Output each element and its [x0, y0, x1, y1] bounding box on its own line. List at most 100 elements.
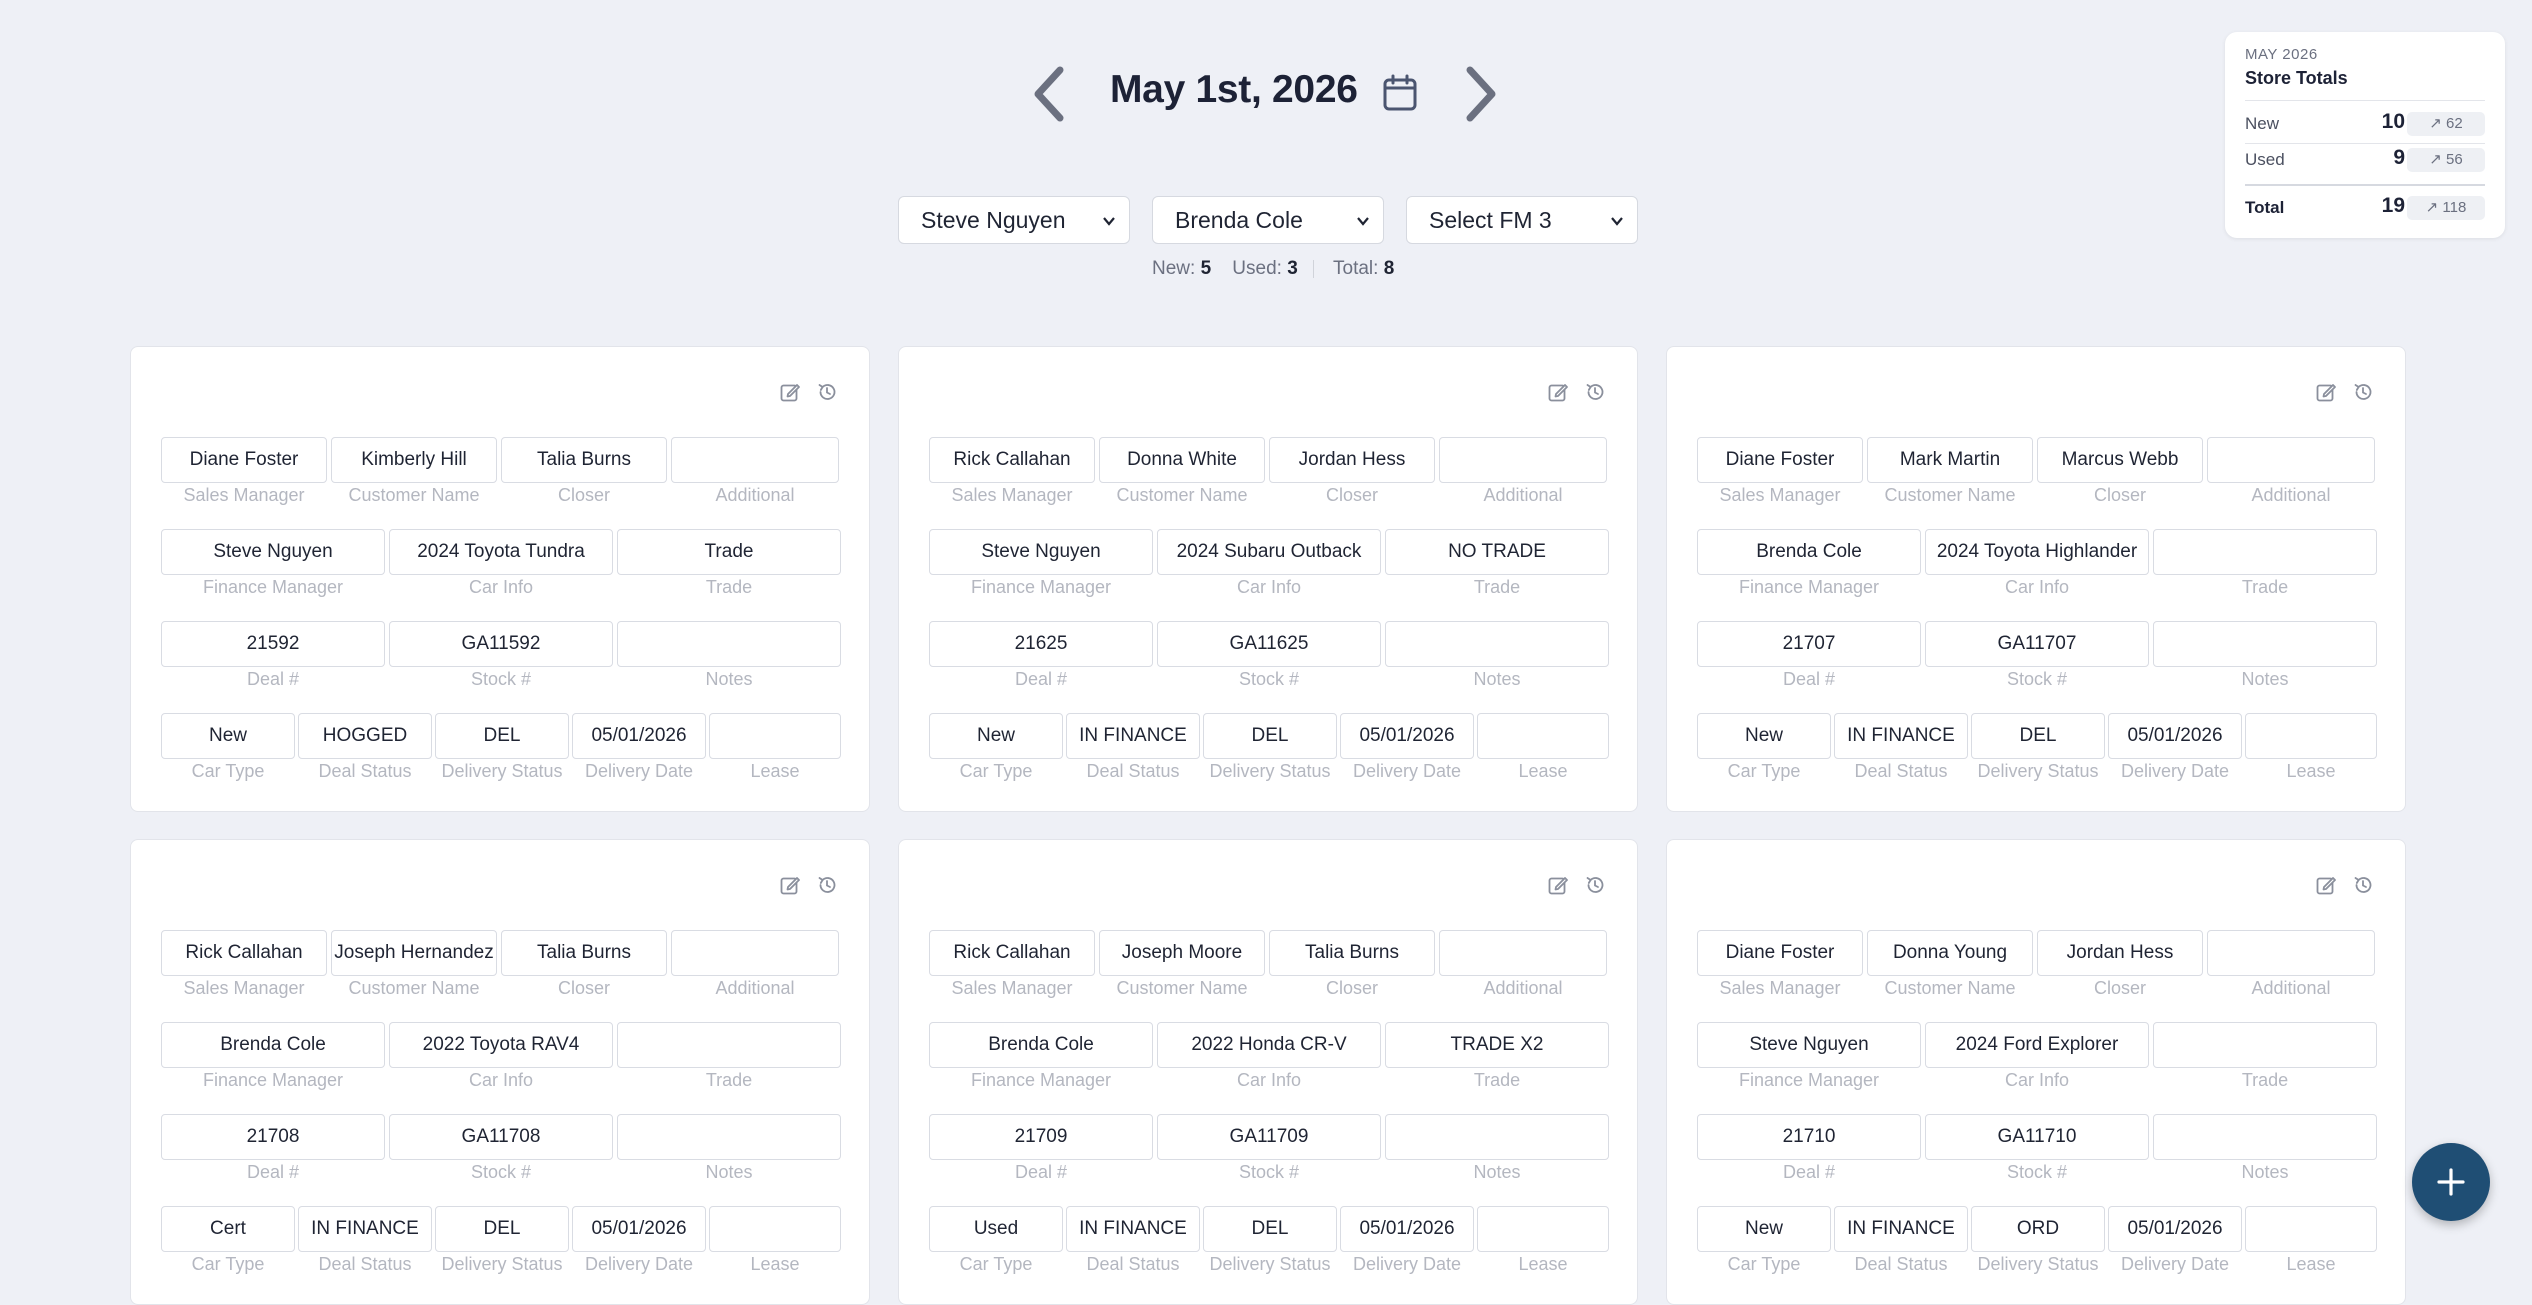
history-icon[interactable] [816, 381, 838, 403]
notes-field[interactable] [617, 621, 841, 667]
deal-no-field[interactable]: 21592 [161, 621, 385, 667]
stock-no-field[interactable]: GA11625 [1157, 621, 1381, 667]
closer-field[interactable]: Talia Burns [501, 437, 667, 483]
notes-field[interactable] [2153, 621, 2377, 667]
car-info-field[interactable]: 2024 Subaru Outback [1157, 529, 1381, 575]
customer-name-field[interactable]: Mark Martin [1867, 437, 2033, 483]
deal-no-field[interactable]: 21708 [161, 1114, 385, 1160]
closer-field[interactable]: Marcus Webb [2037, 437, 2203, 483]
delivery-status-field[interactable]: DEL [1971, 713, 2105, 759]
history-icon[interactable] [2352, 874, 2374, 896]
deal-status-field[interactable]: IN FINANCE [1834, 1206, 1968, 1252]
prev-day-button[interactable] [1030, 64, 1070, 124]
closer-field[interactable]: Jordan Hess [1269, 437, 1435, 483]
stock-no-field[interactable]: GA11708 [389, 1114, 613, 1160]
stock-no-field[interactable]: GA11592 [389, 621, 613, 667]
car-type-field[interactable]: New [1697, 1206, 1831, 1252]
deal-status-field[interactable]: IN FINANCE [298, 1206, 432, 1252]
delivery-date-field[interactable]: 05/01/2026 [1340, 1206, 1474, 1252]
notes-field[interactable] [1385, 1114, 1609, 1160]
delivery-date-field[interactable]: 05/01/2026 [572, 1206, 706, 1252]
trade-field[interactable] [2153, 1022, 2377, 1068]
car-info-field[interactable]: 2024 Ford Explorer [1925, 1022, 2149, 1068]
stock-no-field[interactable]: GA11710 [1925, 1114, 2149, 1160]
delivery-date-field[interactable]: 05/01/2026 [1340, 713, 1474, 759]
trade-field[interactable] [617, 1022, 841, 1068]
stock-no-field[interactable]: GA11709 [1157, 1114, 1381, 1160]
edit-icon[interactable] [2315, 874, 2337, 896]
deal-status-field[interactable]: IN FINANCE [1066, 1206, 1200, 1252]
closer-field[interactable]: Jordan Hess [2037, 930, 2203, 976]
lease-field[interactable] [709, 713, 841, 759]
deal-no-field[interactable]: 21707 [1697, 621, 1921, 667]
car-type-field[interactable]: Cert [161, 1206, 295, 1252]
fm-select-3[interactable]: Select FM 3 [1406, 196, 1638, 244]
sales-manager-field[interactable]: Diane Foster [1697, 930, 1863, 976]
delivery-status-field[interactable]: DEL [1203, 713, 1337, 759]
trade-field[interactable]: NO TRADE [1385, 529, 1609, 575]
lease-field[interactable] [2245, 1206, 2377, 1252]
calendar-icon[interactable] [1382, 74, 1418, 112]
notes-field[interactable] [2153, 1114, 2377, 1160]
notes-field[interactable] [617, 1114, 841, 1160]
delivery-date-field[interactable]: 05/01/2026 [2108, 713, 2242, 759]
fm-select-1[interactable]: Steve Nguyen [898, 196, 1130, 244]
additional-field[interactable] [671, 930, 839, 976]
finance-manager-field[interactable]: Steve Nguyen [161, 529, 385, 575]
customer-name-field[interactable]: Donna Young [1867, 930, 2033, 976]
customer-name-field[interactable]: Joseph Moore [1099, 930, 1265, 976]
finance-manager-field[interactable]: Brenda Cole [161, 1022, 385, 1068]
additional-field[interactable] [1439, 930, 1607, 976]
history-icon[interactable] [1584, 381, 1606, 403]
stock-no-field[interactable]: GA11707 [1925, 621, 2149, 667]
sales-manager-field[interactable]: Diane Foster [1697, 437, 1863, 483]
delivery-status-field[interactable]: DEL [435, 1206, 569, 1252]
edit-icon[interactable] [1547, 874, 1569, 896]
finance-manager-field[interactable]: Steve Nguyen [929, 529, 1153, 575]
delivery-status-field[interactable]: ORD [1971, 1206, 2105, 1252]
trade-field[interactable]: Trade [617, 529, 841, 575]
delivery-date-field[interactable]: 05/01/2026 [572, 713, 706, 759]
customer-name-field[interactable]: Joseph Hernandez [331, 930, 497, 976]
trade-field[interactable] [2153, 529, 2377, 575]
edit-icon[interactable] [1547, 381, 1569, 403]
closer-field[interactable]: Talia Burns [501, 930, 667, 976]
next-day-button[interactable] [1460, 64, 1500, 124]
edit-icon[interactable] [779, 381, 801, 403]
finance-manager-field[interactable]: Brenda Cole [1697, 529, 1921, 575]
sales-manager-field[interactable]: Rick Callahan [929, 930, 1095, 976]
history-icon[interactable] [816, 874, 838, 896]
deal-no-field[interactable]: 21710 [1697, 1114, 1921, 1160]
car-type-field[interactable]: New [1697, 713, 1831, 759]
delivery-date-field[interactable]: 05/01/2026 [2108, 1206, 2242, 1252]
car-info-field[interactable]: 2024 Toyota Tundra [389, 529, 613, 575]
closer-field[interactable]: Talia Burns [1269, 930, 1435, 976]
sales-manager-field[interactable]: Diane Foster [161, 437, 327, 483]
sales-manager-field[interactable]: Rick Callahan [929, 437, 1095, 483]
customer-name-field[interactable]: Kimberly Hill [331, 437, 497, 483]
add-deal-button[interactable] [2412, 1143, 2490, 1221]
lease-field[interactable] [2245, 713, 2377, 759]
car-info-field[interactable]: 2022 Honda CR-V [1157, 1022, 1381, 1068]
deal-status-field[interactable]: IN FINANCE [1066, 713, 1200, 759]
additional-field[interactable] [671, 437, 839, 483]
fm-select-2[interactable]: Brenda Cole [1152, 196, 1384, 244]
delivery-status-field[interactable]: DEL [1203, 1206, 1337, 1252]
car-info-field[interactable]: 2024 Toyota Highlander [1925, 529, 2149, 575]
lease-field[interactable] [1477, 713, 1609, 759]
edit-icon[interactable] [2315, 381, 2337, 403]
deal-no-field[interactable]: 21709 [929, 1114, 1153, 1160]
car-type-field[interactable]: Used [929, 1206, 1063, 1252]
deal-status-field[interactable]: HOGGED [298, 713, 432, 759]
history-icon[interactable] [2352, 381, 2374, 403]
lease-field[interactable] [709, 1206, 841, 1252]
additional-field[interactable] [2207, 930, 2375, 976]
additional-field[interactable] [1439, 437, 1607, 483]
delivery-status-field[interactable]: DEL [435, 713, 569, 759]
notes-field[interactable] [1385, 621, 1609, 667]
sales-manager-field[interactable]: Rick Callahan [161, 930, 327, 976]
deal-status-field[interactable]: IN FINANCE [1834, 713, 1968, 759]
history-icon[interactable] [1584, 874, 1606, 896]
finance-manager-field[interactable]: Brenda Cole [929, 1022, 1153, 1068]
car-type-field[interactable]: New [929, 713, 1063, 759]
